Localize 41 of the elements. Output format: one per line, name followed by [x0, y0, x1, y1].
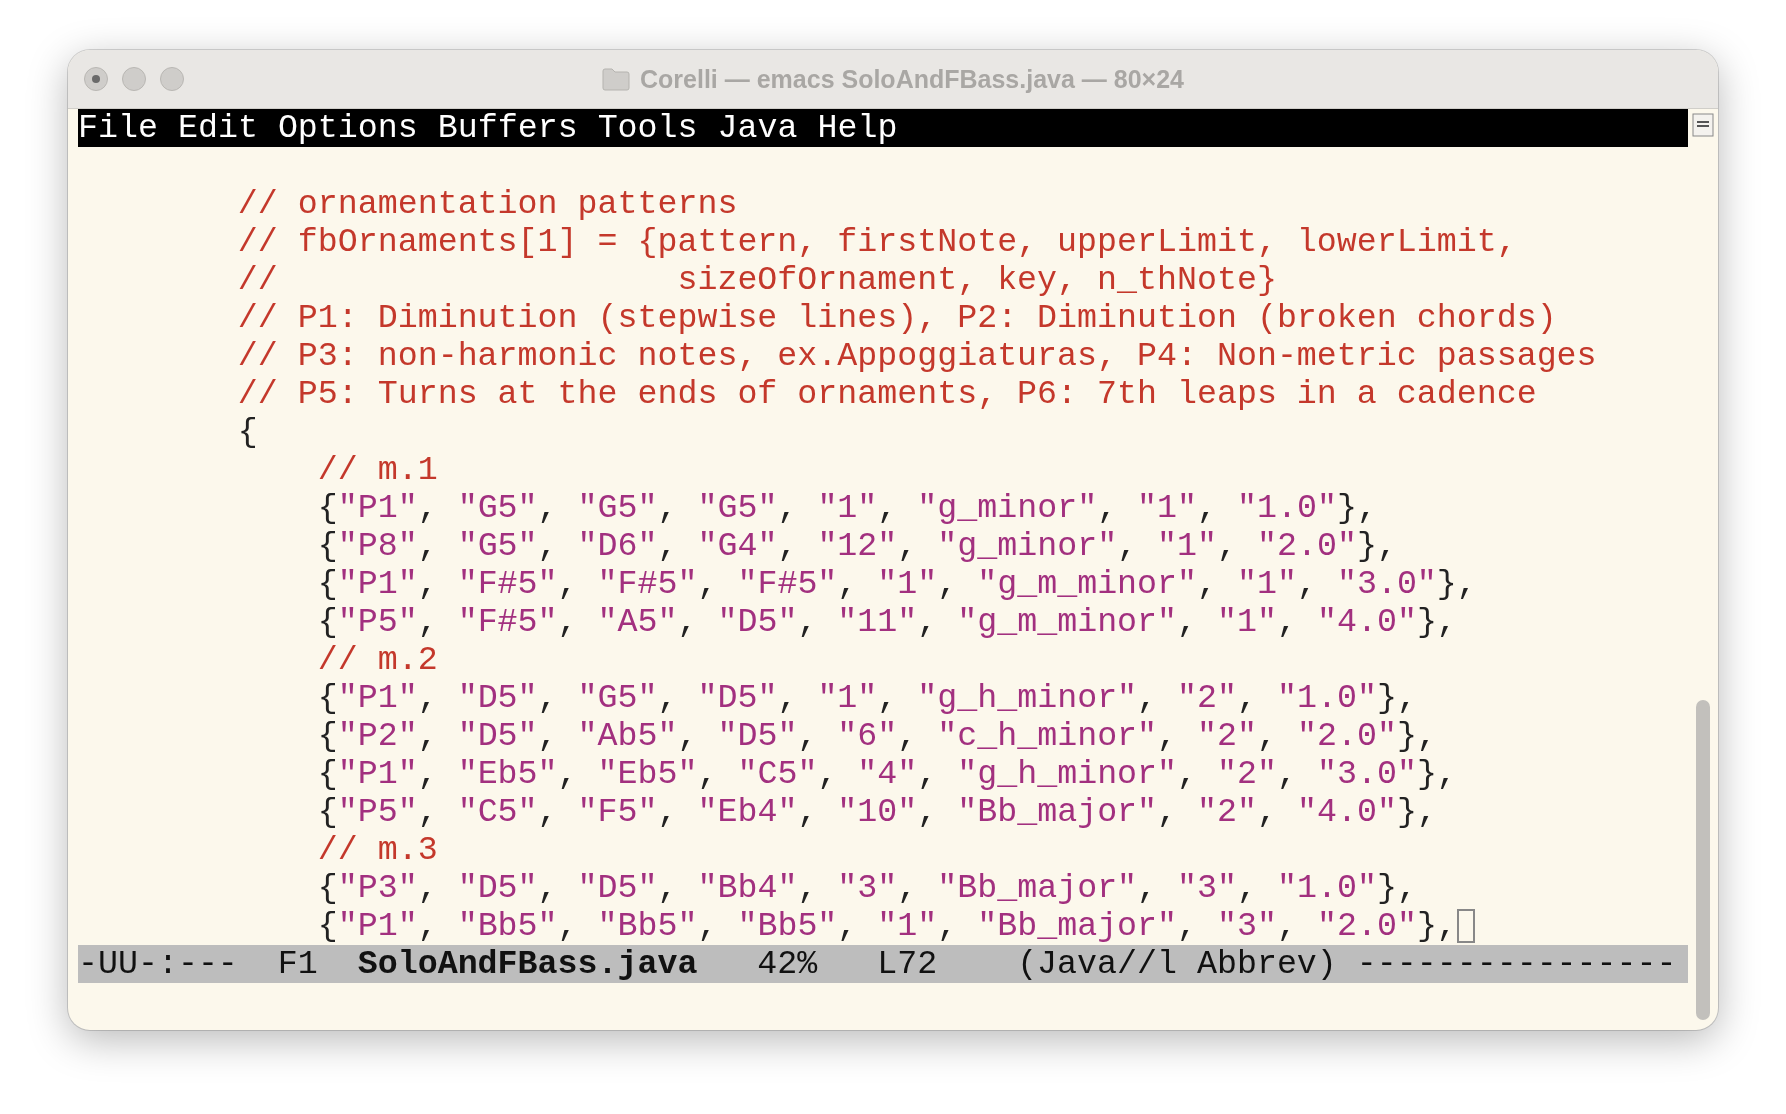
- menu-item[interactable]: Options: [277, 109, 418, 147]
- code-comment: // P1: Diminution (stepwise lines), P2: Diminution (broken chords): [237, 299, 1557, 337]
- code-comment: // m.3: [317, 831, 438, 869]
- mode-line-text: 42%: [757, 945, 818, 983]
- code-comment: // P5: Turns at the ends of ornaments, P6: 7th leaps in a cadence: [237, 375, 1537, 413]
- scroll-icon[interactable]: [1692, 113, 1714, 137]
- mode-line-text: (Java//l Abbrev): [1017, 945, 1337, 983]
- code-comment: // m.1: [317, 451, 438, 489]
- code-line: {"P1", "G5", "G5", "G5", "1", "g_minor", "1", "1.0"},: [317, 489, 1377, 527]
- menu-item[interactable]: Tools: [597, 109, 698, 147]
- code-line: {"P8", "G5", "D6", "G4", "12", "g_minor", "1", "2.0"},: [317, 527, 1397, 565]
- window-title: Corelli — emacs SoloAndFBass.java — 80×24: [640, 64, 1184, 94]
- code-line: {"P1", "Bb5", "Bb5", "Bb5", "1", "Bb_major", "3", "2.0"},: [317, 907, 1457, 945]
- mode-line-text: SoloAndFBass.java: [357, 945, 698, 983]
- menu-item[interactable]: Help: [817, 109, 898, 147]
- menu-item[interactable]: Buffers: [437, 109, 578, 147]
- code-comment: // m.2: [317, 641, 438, 679]
- code-line: {"P3", "D5", "D5", "Bb4", "3", "Bb_major", "3", "1.0"},: [317, 869, 1417, 907]
- menu-item[interactable]: Java: [717, 109, 798, 147]
- code-line: {: [237, 413, 258, 451]
- code-line: {"P5", "F#5", "A5", "D5", "11", "g_m_minor", "1", "4.0"},: [317, 603, 1457, 641]
- code-comment: // sizeOfOrnament, key, n_thNote}: [237, 261, 1277, 299]
- menu-item[interactable]: File: [78, 109, 158, 147]
- code-line: {"P1", "Eb5", "Eb5", "C5", "4", "g_h_minor", "2", "3.0"},: [317, 755, 1457, 793]
- menu-item[interactable]: Edit: [177, 109, 258, 147]
- mode-line-text: F1: [277, 945, 318, 983]
- code-line: {"P5", "C5", "F5", "Eb4", "10", "Bb_major", "2", "4.0"},: [317, 793, 1437, 831]
- mode-line-text: L72: [877, 945, 938, 983]
- mode-line-text: ----------------: [1356, 945, 1677, 983]
- close-button[interactable]: [84, 67, 108, 91]
- zoom-button[interactable]: [160, 67, 184, 91]
- folder-icon: [602, 67, 630, 91]
- code-line: {"P1", "F#5", "F#5", "F#5", "1", "g_m_minor", "1", "3.0"},: [317, 565, 1477, 603]
- code-comment: // ornamentation patterns: [237, 185, 738, 223]
- code-line: {"P2", "D5", "Ab5", "D5", "6", "c_h_minor", "2", "2.0"},: [317, 717, 1437, 755]
- mode-line-text: -UU-:---: [78, 945, 238, 983]
- code-comment: // fbOrnaments[1] = {pattern, firstNote, upperLimit, lowerLimit,: [237, 223, 1517, 261]
- scrollbar-thumb[interactable]: [1696, 700, 1710, 1020]
- code-comment: // P3: non-harmonic notes, ex.Appoggiaturas, P4: Non-metric passages: [237, 337, 1597, 375]
- minimize-button[interactable]: [122, 67, 146, 91]
- code-line: {"P1", "D5", "G5", "D5", "1", "g_h_minor", "2", "1.0"},: [317, 679, 1417, 717]
